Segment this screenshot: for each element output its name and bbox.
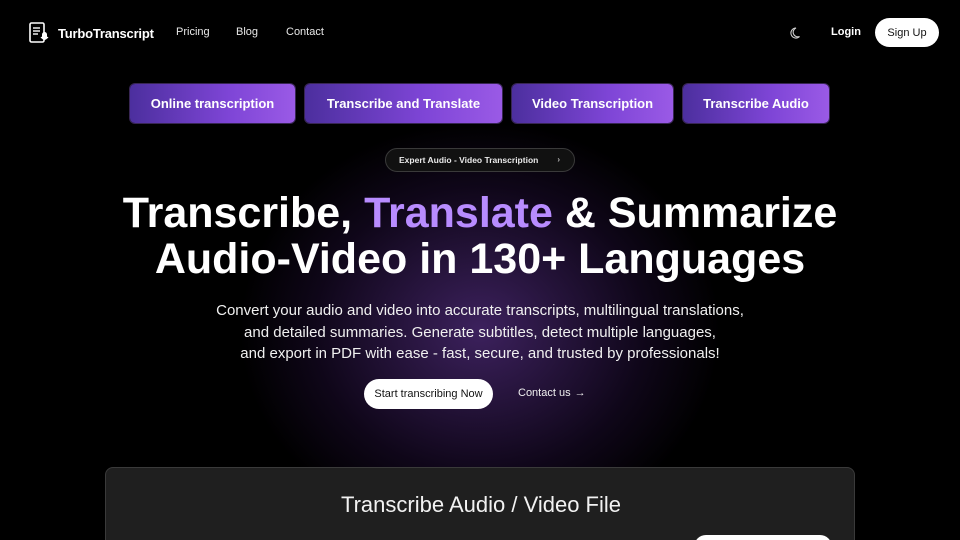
headline-line-2: Audio-Video in 130+ Languages <box>154 235 806 283</box>
subtext-line-1: Convert your audio and video into accura… <box>216 302 744 319</box>
feature-online-transcription[interactable]: Online transcription <box>130 84 295 123</box>
upload-card-button[interactable] <box>694 535 832 540</box>
badge-label: Expert Audio - Video Transcription <box>399 155 539 165</box>
chevron-right-icon: › <box>557 155 560 164</box>
contact-us-label: Contact us <box>518 387 571 399</box>
document-mic-icon <box>29 22 49 43</box>
start-transcribing-button[interactable]: Start transcribing Now <box>364 379 493 409</box>
headline-accent: Translate <box>364 189 553 237</box>
top-nav: TurboTranscript Pricing Blog Contact Log… <box>0 0 960 66</box>
headline-part-1: Transcribe, <box>122 189 365 237</box>
headline-part-2: & Summarize <box>552 189 838 237</box>
brand-logo[interactable]: TurboTranscript <box>28 22 154 44</box>
nav-blog[interactable]: Blog <box>236 26 286 38</box>
upload-card-title: Transcribe Audio / Video File <box>340 492 622 517</box>
subtext-line-2: and detailed summaries. Generate subtitl… <box>244 323 716 341</box>
login-link[interactable]: Login <box>831 26 861 38</box>
arrow-right-icon: → <box>574 387 586 399</box>
feature-video-transcription[interactable]: Video Transcription <box>512 84 673 123</box>
brand-name: TurboTranscript <box>58 25 154 41</box>
moon-icon[interactable] <box>790 26 804 40</box>
signup-button[interactable]: Sign Up <box>875 18 939 47</box>
hero-headline: Transcribe, Translate & Summarize Audio-… <box>0 190 960 282</box>
feature-transcribe-and-translate[interactable]: Transcribe and Translate <box>305 84 502 123</box>
nav-contact[interactable]: Contact <box>286 26 346 38</box>
feature-transcribe-audio[interactable]: Transcribe Audio <box>683 84 829 123</box>
expert-badge[interactable]: Expert Audio - Video Transcription › <box>385 148 575 172</box>
hero-subtext: Convert your audio and video into accura… <box>180 300 780 365</box>
upload-card: Transcribe Audio / Video File <box>105 467 855 540</box>
subtext-line-3: and export in PDF with ease - fast, secu… <box>240 345 720 362</box>
nav-pricing[interactable]: Pricing <box>176 26 236 38</box>
contact-us-link[interactable]: Contact us → <box>518 387 586 399</box>
